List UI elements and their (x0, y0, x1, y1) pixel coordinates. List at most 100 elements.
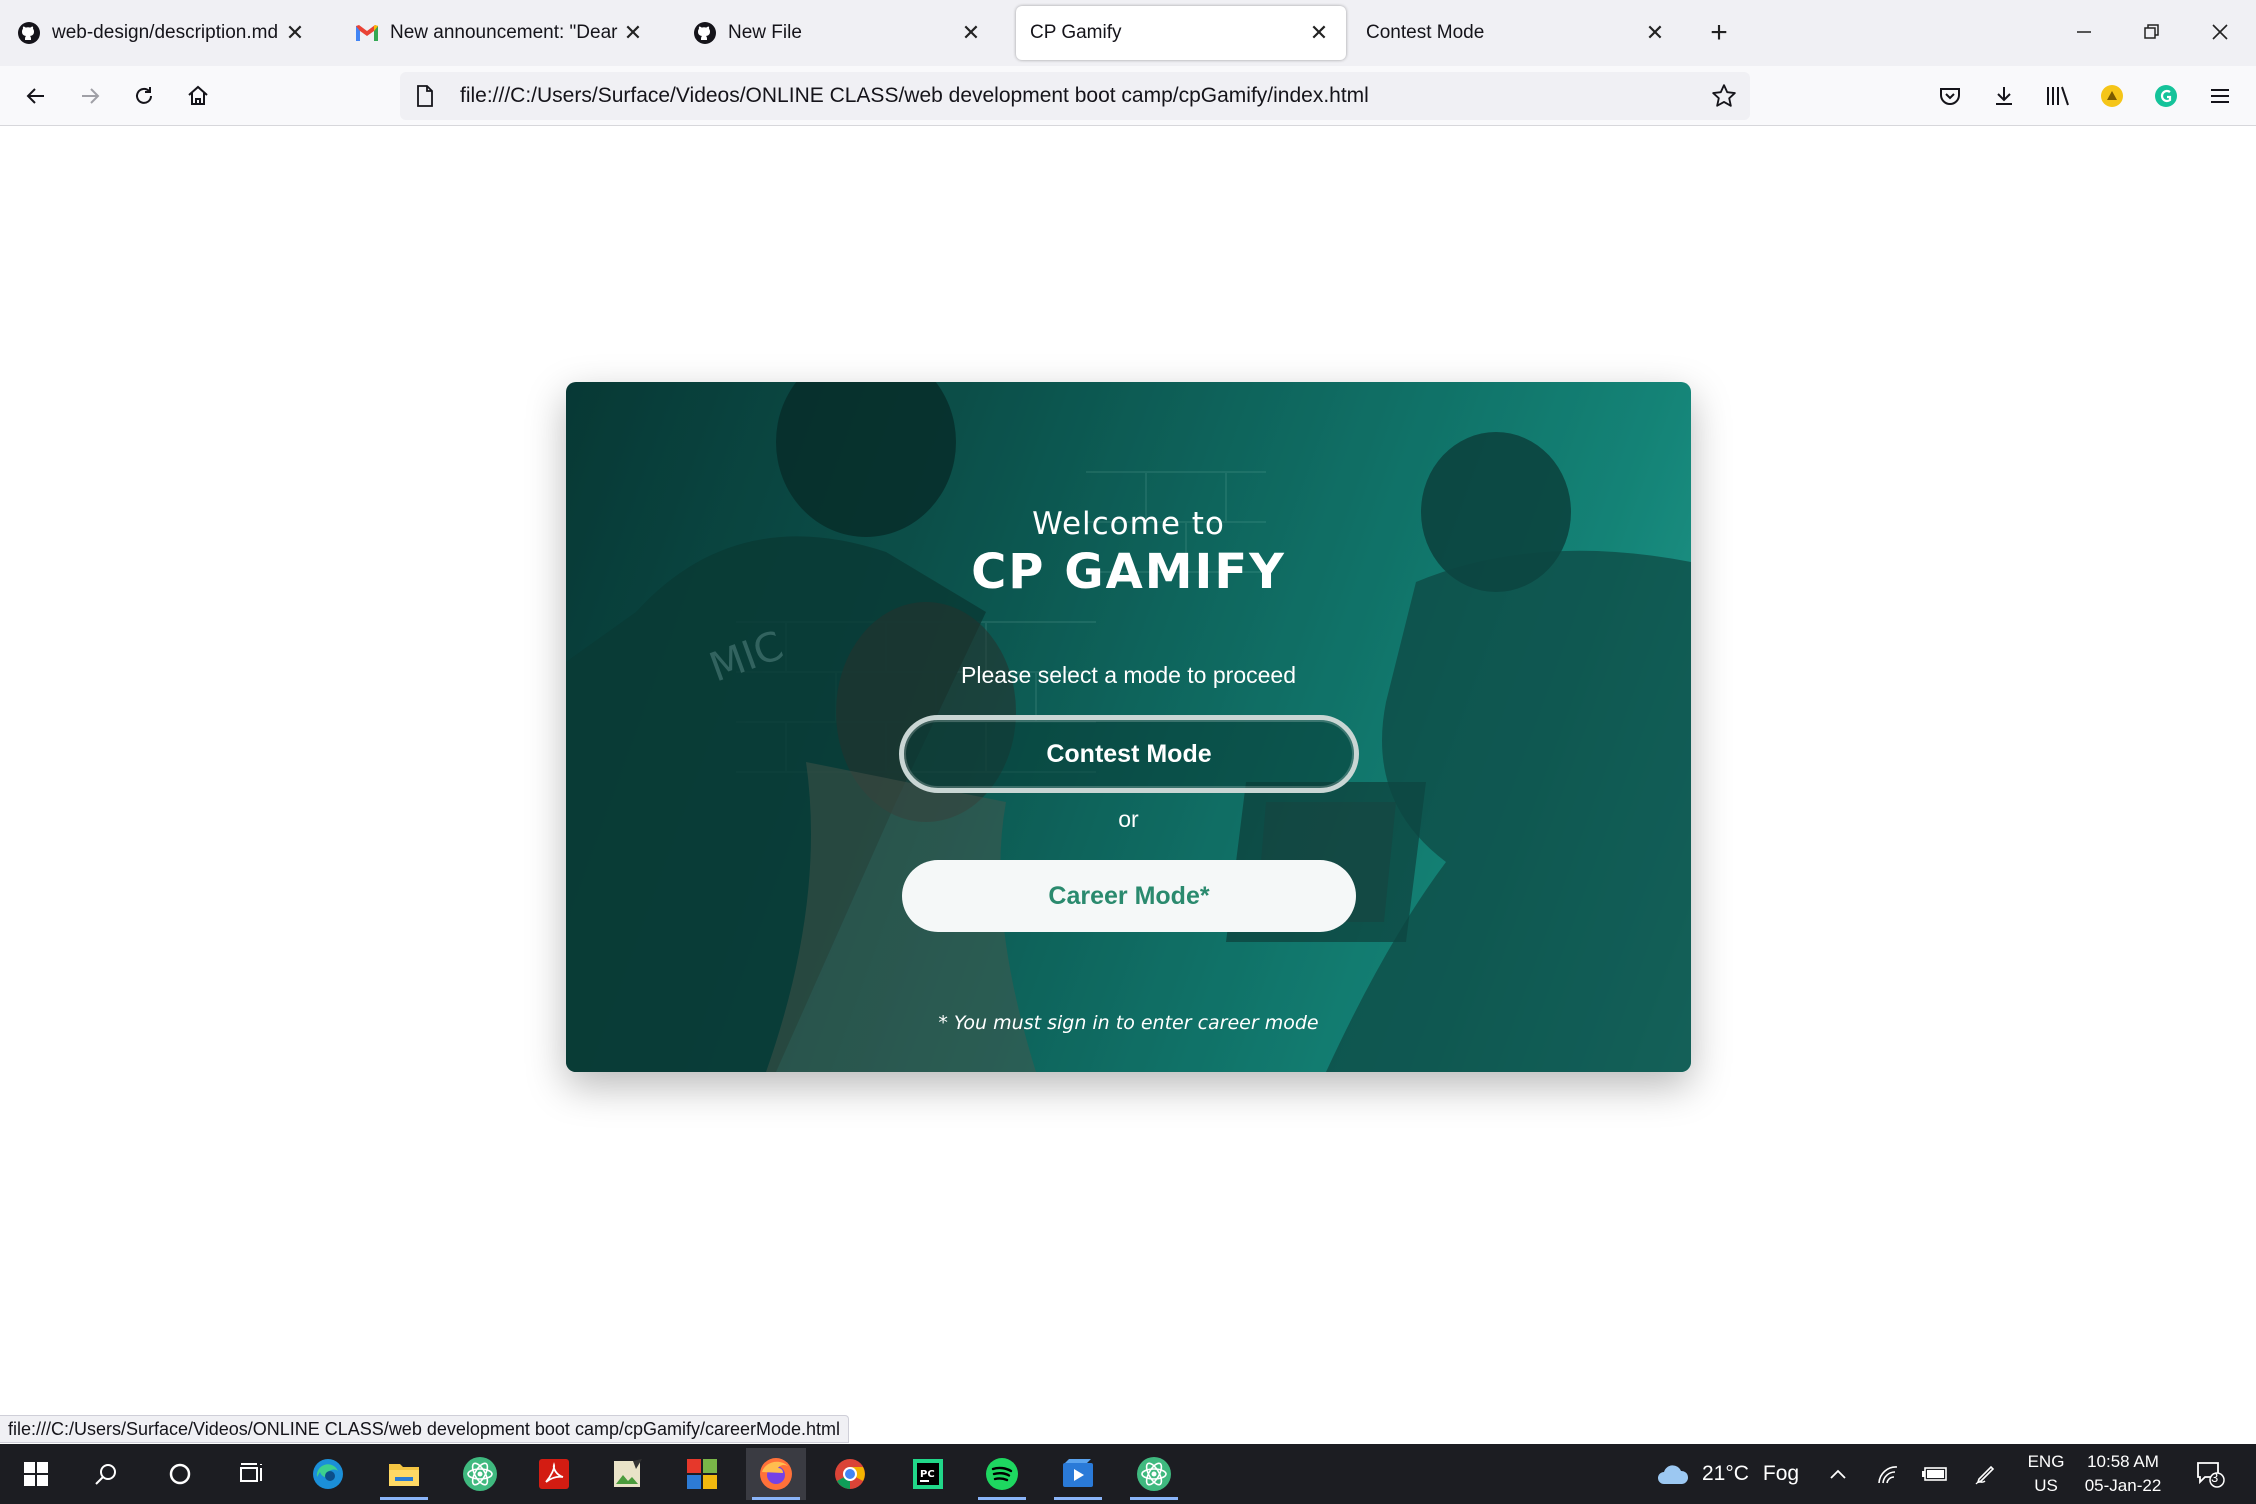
tab-title: web-design/description.md at m (52, 22, 282, 43)
taskbar-office[interactable] (672, 1448, 732, 1500)
search-button[interactable] (76, 1448, 136, 1500)
menu-button[interactable] (2200, 76, 2240, 116)
tab-new-file[interactable]: New File ✕ (678, 6, 998, 60)
github-icon (692, 20, 718, 46)
address-bar[interactable]: file:///C:/Users/Surface/Videos/ONLINE C… (400, 72, 1750, 120)
battery-button[interactable] (1918, 1456, 1954, 1492)
atom-icon (1137, 1457, 1171, 1491)
library-button[interactable] (2038, 76, 2078, 116)
tab-title: Contest Mode (1366, 22, 1485, 43)
contest-mode-button[interactable]: Contest Mode (899, 715, 1359, 793)
pycharm-icon: PC (913, 1459, 943, 1489)
spotify-icon (986, 1458, 1018, 1490)
forward-arrow-icon (82, 88, 100, 104)
acrobat-icon (539, 1459, 569, 1489)
cortana-icon (169, 1463, 191, 1485)
firefox-icon (760, 1458, 792, 1490)
taskbar-spotify[interactable] (972, 1448, 1032, 1500)
folder-icon (389, 1464, 419, 1486)
close-window-button[interactable] (2200, 14, 2240, 50)
wifi-icon (1878, 1466, 1898, 1484)
taskbar-file-explorer[interactable] (374, 1448, 434, 1500)
career-mode-button[interactable]: Career Mode* (902, 860, 1356, 932)
navigation-toolbar: file:///C:/Users/Surface/Videos/ONLINE C… (0, 66, 2256, 126)
search-icon (95, 1464, 116, 1485)
clock[interactable]: 10:58 AM 05-Jan-22 (2078, 1450, 2168, 1498)
restore-button[interactable] (2132, 14, 2172, 50)
brand-title: CP GAMIFY (971, 544, 1286, 600)
taskbar-chrome[interactable] (820, 1448, 880, 1500)
library-icon (2047, 86, 2069, 106)
downloads-button[interactable] (1984, 76, 2024, 116)
tab-strip: web-design/description.md at m ✕ New ann… (0, 0, 2256, 66)
clock-time: 10:58 AM (2087, 1452, 2159, 1471)
pocket-button[interactable] (1930, 76, 1970, 116)
taskbar-atom-1[interactable] (450, 1448, 510, 1500)
github-icon (16, 20, 42, 46)
grammarly-button[interactable] (2146, 76, 2186, 116)
cortana-button[interactable] (150, 1448, 210, 1500)
task-view-icon (240, 1463, 262, 1482)
grammarly-icon (2155, 85, 2177, 107)
home-button[interactable] (178, 76, 218, 116)
reload-button[interactable] (124, 76, 164, 116)
chrome-icon (835, 1459, 865, 1489)
mode-prompt: Please select a mode to proceed (961, 662, 1296, 688)
close-icon[interactable]: ✕ (282, 20, 308, 46)
extension-button[interactable] (2092, 76, 2132, 116)
url-text[interactable]: file:///C:/Users/Surface/Videos/ONLINE C… (460, 84, 1704, 108)
page-viewport: MIC Welcome to CP GAMIFY Please select a… (0, 127, 2256, 1445)
task-view-button[interactable] (222, 1448, 282, 1500)
welcome-card: MIC Welcome to CP GAMIFY Please select a… (566, 382, 1691, 1072)
weather-description: Fog (1762, 1462, 1800, 1485)
taskbar-atom-2[interactable] (1124, 1448, 1184, 1500)
new-tab-button[interactable]: + (1702, 16, 1736, 50)
taskbar-acrobat[interactable] (524, 1448, 584, 1500)
close-icon[interactable]: ✕ (1642, 20, 1668, 46)
battery-icon (1922, 1467, 1947, 1481)
windows-taskbar: PC 21°C Fog ENG US 10:58 AM 05-Jan-22 3 (0, 1444, 2256, 1504)
taskbar-edge[interactable] (298, 1448, 358, 1500)
tab-web-design[interactable]: web-design/description.md at m ✕ (2, 6, 322, 60)
pen-icon (1975, 1465, 1995, 1485)
network-button[interactable] (1870, 1456, 1906, 1492)
close-icon[interactable]: ✕ (958, 20, 984, 46)
back-arrow-icon (26, 88, 44, 104)
office-grid-icon (687, 1459, 717, 1489)
link-status-bar: file:///C:/Users/Surface/Videos/ONLINE C… (0, 1415, 850, 1443)
gmail-icon (354, 20, 380, 46)
close-icon[interactable]: ✕ (1306, 20, 1332, 46)
close-icon[interactable]: ✕ (620, 20, 646, 46)
status-url: file:///C:/Users/Surface/Videos/ONLINE C… (8, 1418, 841, 1439)
taskbar-firefox[interactable] (746, 1448, 806, 1500)
pen-button[interactable] (1968, 1456, 2004, 1492)
tab-contest-mode[interactable]: Contest Mode ✕ (1352, 6, 1682, 60)
card-content: Welcome to CP GAMIFY Please select a mod… (566, 382, 1691, 1072)
windows-logo-icon (24, 1462, 48, 1486)
career-signin-note: * You must sign in to enter career mode (938, 1012, 1319, 1034)
weather-widget[interactable]: 21°C Fog (1656, 1454, 1799, 1494)
image-editor-icon (614, 1459, 642, 1487)
back-button[interactable] (16, 76, 56, 116)
svg-text:PC: PC (920, 1469, 935, 1480)
action-center-button[interactable]: 3 (2190, 1454, 2230, 1494)
clock-date: 05-Jan-22 (2084, 1476, 2162, 1495)
taskbar-pycharm[interactable]: PC (898, 1448, 958, 1500)
forward-button[interactable] (70, 76, 110, 116)
hamburger-menu-icon (2211, 89, 2229, 103)
input-language[interactable]: ENG US (2026, 1450, 2066, 1498)
tab-cp-gamify[interactable]: CP Gamify ✕ (1016, 6, 1346, 60)
pocket-icon (1940, 88, 1960, 105)
show-hidden-icons-button[interactable] (1820, 1456, 1856, 1492)
edge-icon (313, 1459, 343, 1489)
tab-gmail[interactable]: New announcement: "Dear Stud ✕ (340, 6, 660, 60)
bookmark-star-icon[interactable] (1704, 76, 1744, 116)
minimize-button[interactable] (2064, 14, 2104, 50)
start-button[interactable] (6, 1448, 66, 1500)
welcome-heading: Welcome to (1032, 506, 1225, 542)
notification-count: 3 (2211, 1470, 2219, 1485)
taskbar-photo-app[interactable] (598, 1448, 658, 1500)
region-code: US (2034, 1476, 2058, 1495)
taskbar-video-editor[interactable] (1048, 1448, 1108, 1500)
atom-icon (463, 1457, 497, 1491)
